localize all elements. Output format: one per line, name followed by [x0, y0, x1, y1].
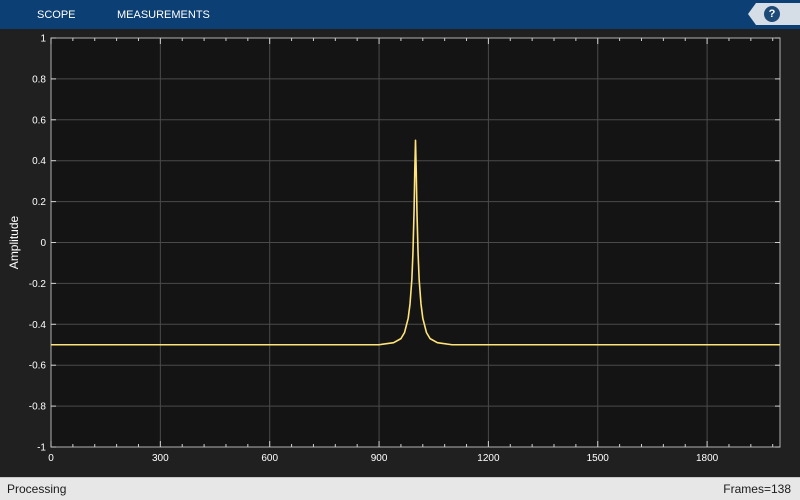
status-text: Processing	[7, 482, 67, 496]
x-tick-label: 1800	[696, 453, 719, 464]
x-tick-label: 900	[371, 453, 388, 464]
x-tick-label: 300	[152, 453, 169, 464]
help-button[interactable]: ?	[748, 3, 800, 25]
y-tick-label: 0	[40, 238, 46, 249]
status-bar: Processing Frames=138	[0, 477, 800, 500]
y-tick-label: -0.6	[29, 361, 47, 372]
y-tick-label: 0.8	[32, 74, 46, 85]
x-tick-label: 1500	[587, 453, 610, 464]
x-tick-label: 0	[48, 453, 54, 464]
y-tick-label: -1	[37, 443, 46, 454]
x-tick-label: 600	[261, 453, 278, 464]
x-tick-label: 1200	[477, 453, 500, 464]
y-tick-label: -0.2	[29, 279, 47, 290]
tab-scope[interactable]: SCOPE	[37, 0, 76, 29]
toolstrip: SCOPE MEASUREMENTS ?	[0, 0, 800, 29]
y-tick-label: -0.4	[29, 320, 47, 331]
y-tick-label: 0.4	[32, 156, 46, 167]
y-tick-label: -0.8	[29, 402, 47, 413]
y-tick-label: 1	[40, 34, 46, 45]
scope-display: 0 300 600 900 1200 1500 1800 1 0.8 0.6 0.4 0.2 0 -0.2…	[0, 29, 800, 477]
amplitude-chart[interactable]: 0 300 600 900 1200 1500 1800 1 0.8 0.6 0.4 0.2 0 -0.2…	[0, 29, 800, 477]
y-axis-label: Amplitude	[7, 216, 21, 270]
tab-measurements[interactable]: MEASUREMENTS	[117, 0, 210, 29]
frame-counter: Frames=138	[723, 482, 791, 496]
help-icon: ?	[764, 6, 780, 22]
y-tick-label: 0.2	[32, 197, 46, 208]
y-tick-label: 0.6	[32, 115, 46, 126]
